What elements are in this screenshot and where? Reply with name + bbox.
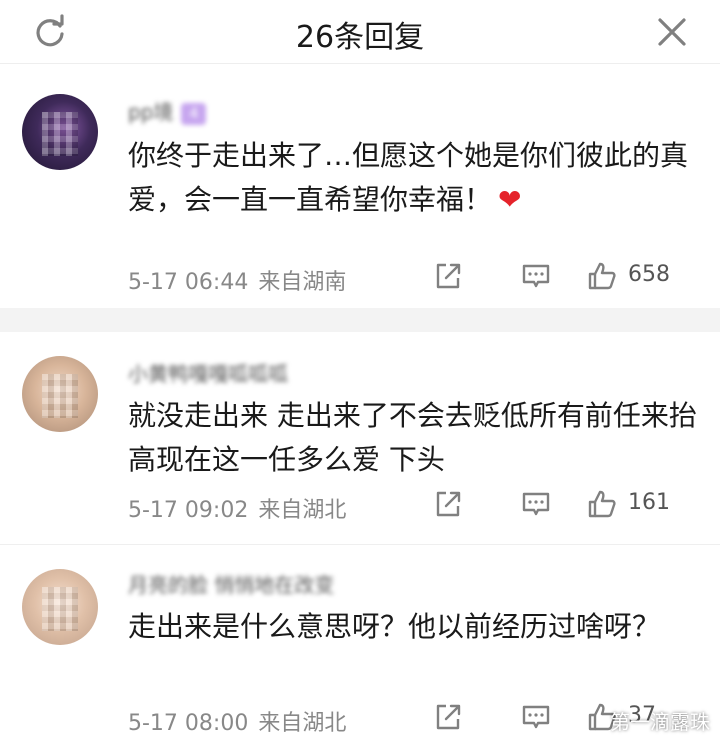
comment-text: 走出来是什么意思呀？他以前经历过啥呀？ xyxy=(128,610,661,643)
comment-meta: 5-17 09:02 来自湖北 xyxy=(128,492,346,524)
heart-emoji: ❤ xyxy=(498,183,522,216)
reply-icon[interactable] xyxy=(520,701,552,733)
like-count: 658 xyxy=(628,262,670,287)
mosaic-blur xyxy=(42,112,78,156)
username[interactable]: pp境 4 xyxy=(128,96,207,125)
share-icon[interactable] xyxy=(432,488,464,520)
username-text: pp境 xyxy=(128,100,174,124)
share-icon[interactable] xyxy=(432,701,464,733)
fan-badge: 4 xyxy=(181,102,207,125)
mosaic-blur xyxy=(42,587,78,631)
comment-time: 5-17 08:00 xyxy=(128,711,249,736)
username[interactable]: 小黄鸭嘎嘎呱呱呱 xyxy=(128,358,288,387)
comment-text: 就没走出来 走出来了不会去贬低所有前任来抬高现在这一任多么爱 下头 xyxy=(128,399,697,476)
comment-location: 来自湖北 xyxy=(258,498,347,523)
mosaic-blur xyxy=(42,374,78,418)
page-title: 26条回复 xyxy=(295,20,425,55)
comment-item: pp境 4 你终于走出来了…但愿这个她是你们彼此的真爱，会一直一直希望你幸福！ ❤ … xyxy=(0,76,720,308)
avatar[interactable] xyxy=(22,94,98,170)
comment-time: 5-17 06:44 xyxy=(128,270,249,295)
share-icon[interactable] xyxy=(432,260,464,292)
comment-meta: 5-17 06:44 来自湖南 xyxy=(128,264,346,296)
comment-body: 你终于走出来了…但愿这个她是你们彼此的真爱，会一直一直希望你幸福！ xyxy=(128,139,689,216)
comment-time: 5-17 09:02 xyxy=(128,498,249,523)
comment-item: 小黄鸭嘎嘎呱呱呱 就没走出来 走出来了不会去贬低所有前任来抬高现在这一任多么爱 … xyxy=(0,332,720,542)
close-icon[interactable] xyxy=(654,14,690,50)
section-divider xyxy=(0,308,720,332)
header-bar: 26条回复 xyxy=(0,0,720,64)
comment-location: 来自湖北 xyxy=(258,711,347,736)
like-icon[interactable] xyxy=(586,260,618,292)
comment-text: 你终于走出来了…但愿这个她是你们彼此的真爱，会一直一直希望你幸福！ ❤ xyxy=(128,134,698,222)
avatar[interactable] xyxy=(22,569,98,645)
comment-meta: 5-17 08:00 来自湖北 xyxy=(128,705,346,737)
reply-icon[interactable] xyxy=(520,260,552,292)
avatar[interactable] xyxy=(22,356,98,432)
username[interactable]: 月亮的脸 悄悄地在改变 xyxy=(128,569,334,598)
like-count: 161 xyxy=(628,490,670,515)
watermark: 第一滴露珠 xyxy=(610,710,710,734)
reply-icon[interactable] xyxy=(520,488,552,520)
like-icon[interactable] xyxy=(586,488,618,520)
comment-location: 来自湖南 xyxy=(258,270,347,295)
